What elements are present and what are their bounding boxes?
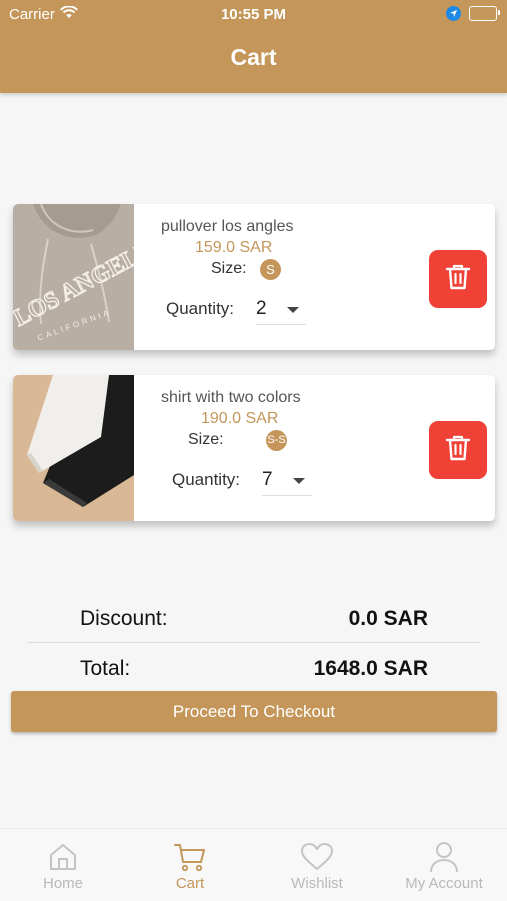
quantity-value: 7 xyxy=(262,469,273,490)
discount-value: 0.0 SAR xyxy=(348,607,428,630)
cart-icon xyxy=(174,841,206,873)
chevron-down-icon xyxy=(287,307,299,313)
nav-label: Wishlist xyxy=(291,875,343,892)
quantity-label: Quantity: xyxy=(172,470,241,489)
delete-button[interactable] xyxy=(429,250,487,308)
person-icon xyxy=(429,841,459,873)
trash-icon xyxy=(445,263,471,296)
product-image[interactable]: LOS ANGELES CALIFORNIA xyxy=(13,204,134,350)
quantity-value: 2 xyxy=(256,298,267,319)
product-name: pullover los angles xyxy=(161,218,294,235)
trash-icon xyxy=(445,434,471,467)
discount-label: Discount: xyxy=(80,607,168,630)
cart-item: LOS ANGELES CALIFORNIA pullover los angl… xyxy=(13,204,495,350)
checkout-button[interactable]: Proceed To Checkout xyxy=(11,691,497,732)
product-image[interactable] xyxy=(13,375,134,521)
page-title: Cart xyxy=(230,44,277,70)
delete-button[interactable] xyxy=(429,421,487,479)
nav-account[interactable]: My Account xyxy=(381,829,507,901)
nav-label: Home xyxy=(42,875,83,892)
status-bar: Carrier 10:55 PM xyxy=(0,0,507,28)
bottom-nav: Home Cart Wishlist My Account xyxy=(0,828,507,901)
size-label: Size: xyxy=(188,431,224,448)
chevron-down-icon xyxy=(293,478,305,484)
size-badge[interactable]: S-S xyxy=(266,430,287,451)
total-value: 1648.0 SAR xyxy=(313,657,428,680)
total-label: Total: xyxy=(80,657,131,680)
nav-label: My Account xyxy=(405,875,483,892)
size-badge[interactable]: S xyxy=(260,259,281,280)
nav-label: Cart xyxy=(175,875,205,892)
product-name: shirt with two colors xyxy=(161,389,301,406)
app-bar: Carrier 10:55 PM Cart xyxy=(0,0,507,93)
status-time: 10:55 PM xyxy=(220,6,287,23)
nav-wishlist[interactable]: Wishlist xyxy=(254,829,380,901)
product-price: 159.0 SAR xyxy=(195,239,273,256)
nav-cart[interactable]: Cart xyxy=(127,829,253,901)
quantity-label: Quantity: xyxy=(166,299,235,318)
nav-home[interactable]: Home xyxy=(0,829,126,901)
quantity-dropdown[interactable]: 7 xyxy=(262,467,312,496)
heart-icon xyxy=(300,841,334,873)
quantity-dropdown[interactable]: 2 xyxy=(256,296,306,325)
location-icon xyxy=(446,6,461,21)
product-price: 190.0 SAR xyxy=(201,410,279,427)
status-right xyxy=(446,6,500,21)
size-label: Size: xyxy=(211,260,247,277)
divider xyxy=(27,642,480,643)
cart-item: shirt with two colors 190.0 SAR Size: S-… xyxy=(13,375,495,521)
home-icon xyxy=(48,841,78,873)
battery-icon xyxy=(469,6,500,21)
